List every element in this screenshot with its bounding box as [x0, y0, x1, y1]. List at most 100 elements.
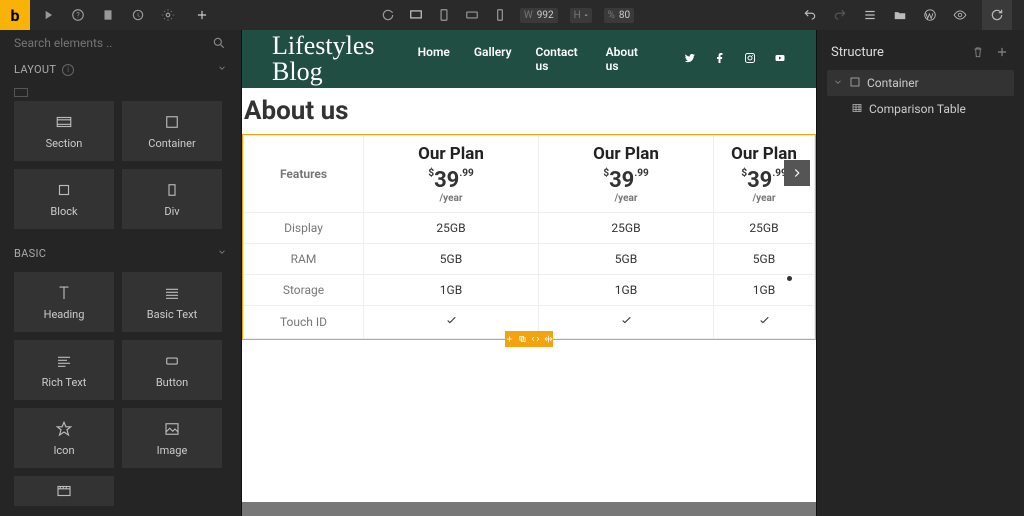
list-icon[interactable] [862, 7, 878, 23]
table-row: RAM5GB5GB5GB [244, 244, 815, 275]
play-icon[interactable] [40, 7, 56, 23]
container-icon [163, 113, 181, 131]
site-nav: Home Gallery Contact us About us [418, 45, 644, 73]
folder-icon[interactable] [892, 7, 908, 23]
layout-indicator-icon [14, 88, 28, 97]
site-brand[interactable]: Lifestyles Blog [272, 33, 418, 85]
tile-block[interactable]: Block [14, 169, 114, 229]
help-icon[interactable]: ? [70, 7, 86, 23]
doc-icon[interactable] [100, 7, 116, 23]
mobile-device-icon[interactable] [492, 7, 508, 23]
button-icon [163, 352, 181, 370]
reload-icon[interactable] [380, 7, 396, 23]
video-icon [55, 482, 73, 500]
instagram-icon[interactable] [744, 52, 756, 67]
wordpress-icon[interactable] [922, 7, 938, 23]
top-toolbar: b ? W992 H- %80 [0, 0, 1024, 30]
chevron-right-icon [790, 166, 804, 180]
check-icon [714, 306, 815, 339]
element-action-bar[interactable] [505, 331, 553, 347]
heading-icon [55, 284, 73, 302]
search-icon[interactable] [211, 35, 227, 51]
page-title: About us [242, 88, 816, 134]
nav-contact[interactable]: Contact us [536, 45, 582, 73]
trash-icon[interactable] [970, 44, 986, 60]
tile-rich-text[interactable]: Rich Text [14, 340, 114, 400]
div-icon [163, 181, 181, 199]
tile-icon[interactable]: Icon [14, 408, 114, 468]
twitter-icon[interactable] [684, 52, 696, 67]
plus-icon[interactable] [505, 334, 514, 344]
move-icon[interactable] [544, 334, 553, 344]
table-row: Storage1GB1GB1GB [244, 275, 815, 306]
height-indicator[interactable]: H- [570, 8, 592, 23]
features-header: Features [244, 136, 364, 213]
chevron-down-icon [217, 63, 227, 76]
carousel-next-button[interactable] [784, 160, 810, 186]
svg-text:?: ? [76, 11, 80, 19]
tile-section[interactable]: Section [14, 101, 114, 161]
text-lines-icon [163, 284, 181, 302]
chevron-down-icon [217, 247, 227, 260]
layout-section-header[interactable]: LAYOUT i [0, 55, 241, 84]
comparison-table: Features Our Plan $39.99 /year Our Plan … [243, 135, 815, 339]
undo-icon[interactable] [802, 7, 818, 23]
facebook-icon[interactable] [714, 52, 726, 67]
star-icon [55, 420, 73, 438]
rich-text-icon [55, 352, 73, 370]
tile-container[interactable]: Container [122, 101, 222, 161]
tree-item-comparison-table[interactable]: Comparison Table [845, 96, 1014, 122]
search-input[interactable] [14, 36, 227, 50]
tree-item-container[interactable]: Container [827, 70, 1014, 96]
site-header: Lifestyles Blog Home Gallery Contact us … [242, 30, 816, 88]
image-icon [163, 420, 181, 438]
clock-icon[interactable] [130, 7, 146, 23]
landscape-device-icon[interactable] [464, 7, 480, 23]
block-icon [55, 181, 73, 199]
desktop-device-icon[interactable] [408, 7, 424, 23]
duplicate-icon[interactable] [518, 334, 527, 344]
nav-gallery[interactable]: Gallery [474, 45, 512, 73]
chevron-down-icon [833, 76, 843, 90]
tile-button[interactable]: Button [122, 340, 222, 400]
check-icon [539, 306, 714, 339]
zoom-indicator[interactable]: %80 [604, 8, 635, 23]
table-row: Display25GB25GB25GB [244, 213, 815, 244]
table-icon [851, 102, 863, 117]
tile-div[interactable]: Div [122, 169, 222, 229]
gear-icon[interactable] [160, 7, 176, 23]
section-icon [55, 113, 73, 131]
structure-panel: Structure Container Comparison Table [816, 30, 1024, 516]
elements-panel: LAYOUT i Section Container Block Div BAS… [0, 30, 242, 516]
tile-image[interactable]: Image [122, 408, 222, 468]
layout-tiles: Section Container Block Div [0, 97, 241, 239]
site-footer [242, 502, 816, 516]
basic-section-header[interactable]: BASIC [0, 239, 241, 268]
structure-tree: Container Comparison Table [817, 70, 1024, 122]
carousel-dot[interactable] [787, 276, 792, 281]
code-icon[interactable] [531, 334, 540, 344]
add-element-button[interactable] [190, 3, 214, 27]
search-row [0, 30, 241, 55]
selected-element[interactable]: Features Our Plan $39.99 /year Our Plan … [242, 134, 816, 340]
eye-icon[interactable] [952, 7, 968, 23]
tile-video[interactable] [14, 476, 114, 506]
nav-about[interactable]: About us [606, 45, 644, 73]
plus-icon[interactable] [994, 44, 1010, 60]
plan-header-1: Our Plan $39.99 /year [364, 136, 539, 213]
app-logo[interactable]: b [0, 0, 30, 30]
nav-home[interactable]: Home [418, 45, 450, 73]
width-indicator[interactable]: W992 [520, 8, 558, 23]
youtube-icon[interactable] [774, 52, 786, 67]
plan-header-2: Our Plan $39.99 /year [539, 136, 714, 213]
tile-basic-text[interactable]: Basic Text [122, 272, 222, 332]
tablet-device-icon[interactable] [436, 7, 452, 23]
redo-icon[interactable] [832, 7, 848, 23]
container-icon [849, 76, 861, 91]
tile-heading[interactable]: Heading [14, 272, 114, 332]
canvas[interactable]: Lifestyles Blog Home Gallery Contact us … [242, 30, 816, 516]
basic-tiles: Heading Basic Text Rich Text Button Icon… [0, 268, 241, 516]
structure-title: Structure [831, 45, 884, 60]
refresh-button[interactable] [982, 0, 1012, 30]
info-icon: i [62, 64, 74, 76]
